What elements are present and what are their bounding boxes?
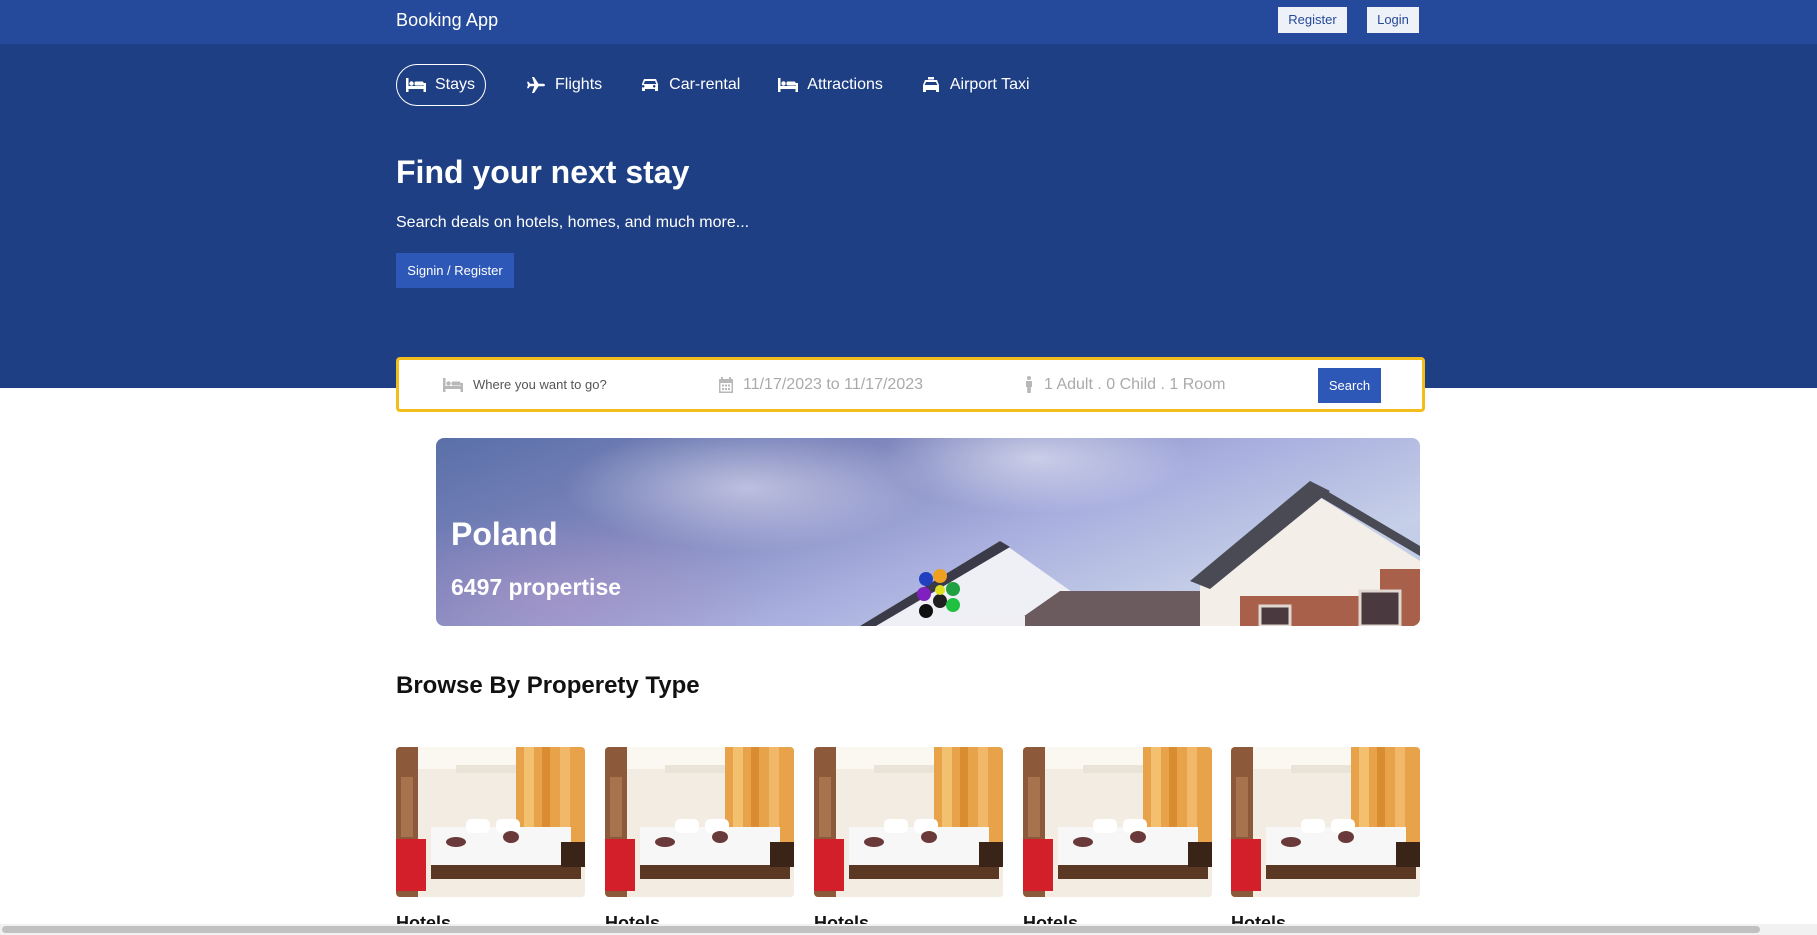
property-type-list: Hotels Hotels Hotels Hotels Hotels <box>396 747 1420 935</box>
tab-airport-taxi[interactable]: Airport Taxi <box>921 64 1030 106</box>
property-type-card[interactable]: Hotels <box>396 747 585 933</box>
hotel-room-image <box>396 747 585 897</box>
search-bar: 11/17/2023 to 11/17/2023 1 Adult . 0 Chi… <box>396 357 1425 412</box>
tab-label: Attractions <box>807 76 883 93</box>
hotel-room-image <box>814 747 1003 897</box>
destination-field[interactable] <box>443 360 653 409</box>
person-icon <box>1026 376 1032 393</box>
plane-icon <box>527 77 546 93</box>
brand-logo[interactable]: Booking App <box>396 10 498 31</box>
bed-icon <box>406 78 426 92</box>
tab-car-rental[interactable]: Car-rental <box>640 64 740 106</box>
signin-register-button[interactable]: Signin / Register <box>396 253 514 288</box>
property-type-card[interactable]: Hotels <box>814 747 1003 933</box>
login-button[interactable]: Login <box>1367 7 1419 33</box>
tab-attractions[interactable]: Attractions <box>778 64 883 106</box>
property-type-card[interactable]: Hotels <box>605 747 794 933</box>
tab-label: Flights <box>555 76 603 93</box>
tab-flights[interactable]: Flights <box>526 64 602 106</box>
hotel-room-image <box>1023 747 1212 897</box>
top-navbar <box>0 0 1817 44</box>
hotel-room-image <box>1231 747 1420 897</box>
date-range-field[interactable]: 11/17/2023 to 11/17/2023 <box>719 360 923 409</box>
featured-country: Poland <box>451 516 558 552</box>
calendar-icon <box>719 376 733 393</box>
category-tabs: Stays Flights Car-rental Attractions Air… <box>396 64 1068 106</box>
featured-image-building <box>860 481 1420 626</box>
property-type-card[interactable]: Hotels <box>1023 747 1212 933</box>
tab-label: Stays <box>435 76 476 93</box>
guests-value: 1 Adult . 0 Child . 1 Room <box>1044 375 1226 393</box>
guests-field[interactable]: 1 Adult . 0 Child . 1 Room <box>1024 360 1225 409</box>
tab-label: Car-rental <box>669 76 741 93</box>
featured-destination-card[interactable]: Poland 6497 propertise <box>436 438 1420 626</box>
register-button[interactable]: Register <box>1278 7 1347 33</box>
hotel-room-image <box>605 747 794 897</box>
property-type-card[interactable]: Hotels <box>1231 747 1420 933</box>
bed-icon <box>443 377 463 392</box>
search-button[interactable]: Search <box>1318 368 1381 403</box>
tab-stays[interactable]: Stays <box>396 64 487 106</box>
car-icon <box>642 79 659 91</box>
featured-property-count: 6497 propertise <box>451 574 622 600</box>
scrollbar-thumb[interactable] <box>2 926 1760 933</box>
tab-label: Airport Taxi <box>949 76 1030 93</box>
date-range-value: 11/17/2023 to 11/17/2023 <box>743 375 924 393</box>
horizontal-scrollbar[interactable] <box>0 924 1817 935</box>
taxi-icon <box>922 77 939 92</box>
destination-input[interactable] <box>473 377 653 392</box>
browse-section-title: Browse By Properety Type <box>396 672 700 699</box>
hero-title: Find your next stay <box>396 154 690 190</box>
hero-subtitle: Search deals on hotels, homes, and much … <box>396 214 750 231</box>
bed-icon <box>778 78 799 92</box>
